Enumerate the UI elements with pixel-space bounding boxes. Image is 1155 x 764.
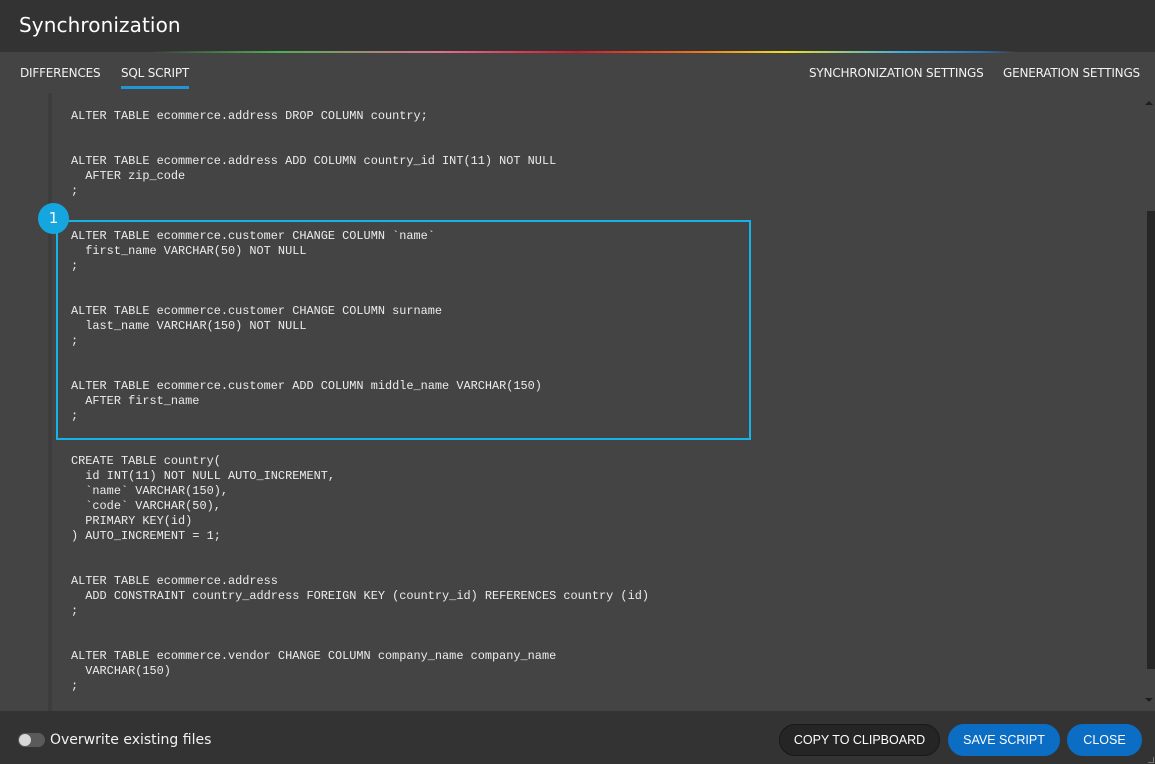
- code-line: ALTER TABLE ecommerce.address ADD COLUMN…: [71, 154, 557, 168]
- code-line: ALTER TABLE ecommerce.address: [71, 574, 278, 588]
- footer-bar: Overwrite existing files COPY TO CLIPBOA…: [0, 711, 1155, 764]
- code-line: ;: [71, 679, 79, 693]
- code-line: `code` VARCHAR(50),: [71, 499, 221, 513]
- code-line: ) AUTO_INCREMENT = 1;: [71, 529, 221, 543]
- code-line: ADD CONSTRAINT country_address FOREIGN K…: [71, 589, 649, 603]
- tab-differences[interactable]: DIFFERENCES: [20, 66, 101, 80]
- code-line: CREATE TABLE country(: [71, 454, 221, 468]
- code-line: id INT(11) NOT NULL AUTO_INCREMENT,: [71, 469, 336, 483]
- tab-generation-settings[interactable]: GENERATION SETTINGS: [1003, 66, 1140, 80]
- code-line: ALTER TABLE ecommerce.vendor CHANGE COLU…: [71, 649, 557, 663]
- title-bar: Synchronization: [0, 0, 1155, 52]
- code-line: `name` VARCHAR(150),: [71, 484, 228, 498]
- editor-gutter: [48, 93, 52, 711]
- toggle-knob: [19, 734, 31, 746]
- window-title: Synchronization: [19, 13, 181, 37]
- scroll-thumb[interactable]: [1147, 211, 1155, 669]
- code-line: AFTER zip_code: [71, 169, 186, 183]
- scroll-down-arrow-icon[interactable]: [1145, 698, 1153, 702]
- overwrite-toggle[interactable]: [18, 733, 45, 747]
- tab-sql-script[interactable]: SQL SCRIPT: [121, 66, 189, 89]
- overwrite-label: Overwrite existing files: [50, 732, 212, 748]
- tab-synchronization-settings[interactable]: SYNCHRONIZATION SETTINGS: [809, 66, 984, 80]
- code-line: ;: [71, 184, 79, 198]
- code-line: PRIMARY KEY(id): [71, 514, 193, 528]
- scroll-up-arrow-icon[interactable]: [1145, 101, 1153, 105]
- code-line: VARCHAR(150): [71, 664, 171, 678]
- save-script-button[interactable]: SAVE SCRIPT: [948, 724, 1060, 756]
- resize-grip-icon[interactable]: [1148, 757, 1154, 763]
- tab-bar: DIFFERENCES SQL SCRIPT SYNCHRONIZATION S…: [0, 53, 1155, 93]
- highlighted-region: [56, 220, 751, 440]
- code-line: ALTER TABLE ecommerce.address DROP COLUM…: [71, 109, 428, 123]
- copy-to-clipboard-button[interactable]: COPY TO CLIPBOARD: [779, 724, 940, 756]
- sql-script-editor[interactable]: ALTER TABLE ecommerce.address DROP COLUM…: [0, 93, 1155, 711]
- code-line: ;: [71, 604, 79, 618]
- close-button[interactable]: CLOSE: [1067, 724, 1142, 756]
- vertical-scrollbar[interactable]: [1144, 93, 1155, 711]
- callout-badge: 1: [38, 203, 69, 234]
